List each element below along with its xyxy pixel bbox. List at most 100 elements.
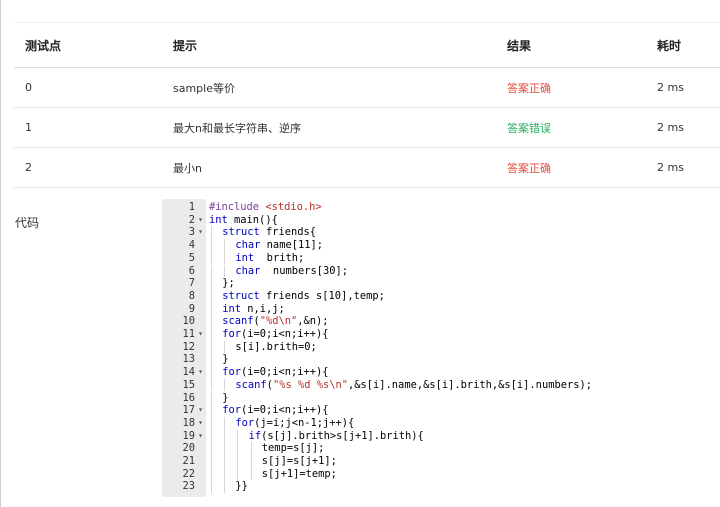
indent-guide — [224, 467, 226, 481]
indent-guide — [211, 391, 212, 405]
indent-guide — [211, 264, 212, 278]
indent-guide — [224, 455, 226, 468]
table-header-row: 测试点 提示 结果 耗时 — [14, 23, 720, 68]
line-number: 10 — [182, 315, 195, 328]
code-line: 19 ▾ if(s[j].brith>s[j+1].brith){ — [162, 429, 720, 443]
line-number: 11 — [182, 328, 195, 340]
code-text: for(i=0;i<n;i++){ — [222, 366, 329, 379]
code-line: 18 ▾ for(j=i;j<n-1;j++){ — [162, 416, 720, 430]
indent-guide — [211, 429, 212, 443]
test-point-cell: 1 — [25, 121, 32, 134]
code-line: 10 scanf("%d\n",&n); — [162, 315, 720, 328]
indent-guide — [224, 251, 226, 265]
code-text: char name[11]; — [235, 239, 323, 252]
code-text: scanf("%s %d %s\n",&s[i].name,&s[i].brit… — [235, 378, 592, 391]
indent-guide — [224, 340, 226, 354]
code-text: int brith; — [235, 251, 305, 264]
header-result: 结果 — [507, 38, 532, 53]
code-text: }; — [222, 277, 235, 290]
page-left-border — [0, 0, 1, 507]
code-line: 21 s[j]=s[j+1]; — [162, 455, 720, 468]
indent-guide — [211, 251, 212, 265]
table-row: 0 sample等价 答案正确 2 ms — [14, 68, 720, 108]
indent-guide — [211, 378, 212, 392]
line-number: 17 — [182, 404, 195, 417]
hint-cell: 最大n和最长字符串、逆序 — [173, 121, 301, 135]
indent-guide — [224, 378, 226, 392]
indent-guide — [211, 467, 212, 481]
fold-arrow-icon[interactable]: ▾ — [196, 417, 205, 430]
line-number: 8 — [188, 289, 195, 302]
code-text: s[j]=s[j+1]; — [261, 455, 337, 467]
indent-guide — [211, 302, 212, 316]
line-number: 15 — [182, 378, 195, 391]
line-number: 20 — [182, 442, 195, 455]
line-number: 22 — [182, 467, 195, 480]
code-text: scanf("%d\n",&n); — [222, 315, 329, 328]
code-text: } — [222, 391, 229, 404]
code-line: 1 #include <stdio.h> — [162, 201, 720, 214]
table-row: 2 最小n 答案正确 2 ms — [14, 148, 720, 188]
indent-guide — [250, 442, 252, 455]
line-number: 21 — [182, 455, 195, 467]
fold-arrow-icon[interactable]: ▾ — [196, 328, 205, 341]
indent-guide — [211, 480, 212, 494]
indent-guide — [224, 239, 226, 252]
time-cell: 2 ms — [657, 121, 684, 134]
indent-guide — [211, 239, 212, 252]
fold-arrow-icon[interactable]: ▾ — [196, 214, 205, 227]
indent-guide — [211, 404, 212, 417]
test-results-table: 测试点 提示 结果 耗时 0 sample等价 答案正确 2 ms 1 最大n和… — [14, 22, 720, 188]
line-number: 23 — [182, 480, 195, 493]
code-text: for(i=0;i<n;i++){ — [222, 328, 329, 340]
code-line: 13} — [162, 353, 720, 367]
code-text: int n,i,j; — [222, 302, 285, 315]
fold-arrow-icon[interactable]: ▾ — [196, 404, 205, 417]
header-hint: 提示 — [173, 38, 198, 53]
line-number: 13 — [182, 353, 195, 366]
indent-guide — [224, 429, 226, 443]
code-line: 9 int n,i,j; — [162, 302, 720, 316]
code-line: 6 char numbers[30]; — [162, 264, 720, 278]
code-editor[interactable]: 1 #include <stdio.h> 2 ▾ int main(){3 ▾ struct… — [162, 199, 720, 497]
line-number: 14 — [182, 366, 195, 379]
line-number: 3 — [188, 226, 195, 239]
indent-guide — [211, 315, 212, 328]
line-number: 16 — [182, 391, 195, 404]
line-number: 2 — [188, 213, 195, 226]
code-text: }} — [235, 480, 248, 493]
code-line: 8 struct friends s[10],temp; — [162, 289, 720, 303]
code-line: 20 temp=s[j]; — [162, 442, 720, 455]
test-point-cell: 2 — [25, 161, 32, 174]
code-text: } — [222, 353, 229, 366]
line-number: 5 — [188, 251, 195, 264]
line-number: 19 — [182, 429, 195, 442]
indent-guide — [211, 416, 212, 430]
line-number: 12 — [182, 340, 195, 353]
result-cell: 答案错误 — [507, 121, 551, 135]
code-text: int main(){ — [209, 213, 278, 226]
fold-arrow-icon[interactable]: ▾ — [196, 226, 205, 239]
code-text: s[j+1]=temp; — [261, 467, 337, 480]
code-line: 17 ▾ for(i=0;i<n;i++){ — [162, 404, 720, 417]
code-text: for(j=i;j<n-1;j++){ — [235, 416, 355, 429]
time-cell: 2 ms — [657, 81, 684, 94]
hint-cell: 最小n — [173, 161, 202, 175]
code-text: if(s[j].brith>s[j+1].brith){ — [248, 429, 424, 442]
indent-guide — [211, 340, 212, 354]
code-line: 4 char name[11]; — [162, 239, 720, 252]
indent-guide — [211, 366, 212, 379]
line-number: 18 — [182, 416, 195, 429]
indent-guide — [211, 442, 212, 455]
code-text: char numbers[30]; — [235, 264, 349, 277]
line-number: 6 — [188, 264, 195, 277]
code-line: 11 ▾ for(i=0;i<n;i++){ — [162, 328, 720, 341]
indent-guide — [211, 277, 212, 290]
result-cell: 答案正确 — [507, 81, 551, 95]
line-number: 7 — [188, 277, 195, 290]
code-label: 代码 — [15, 216, 40, 230]
indent-guide — [237, 442, 239, 455]
indent-guide — [224, 480, 226, 494]
fold-arrow-icon[interactable]: ▾ — [196, 430, 205, 443]
fold-arrow-icon[interactable]: ▾ — [196, 366, 205, 379]
